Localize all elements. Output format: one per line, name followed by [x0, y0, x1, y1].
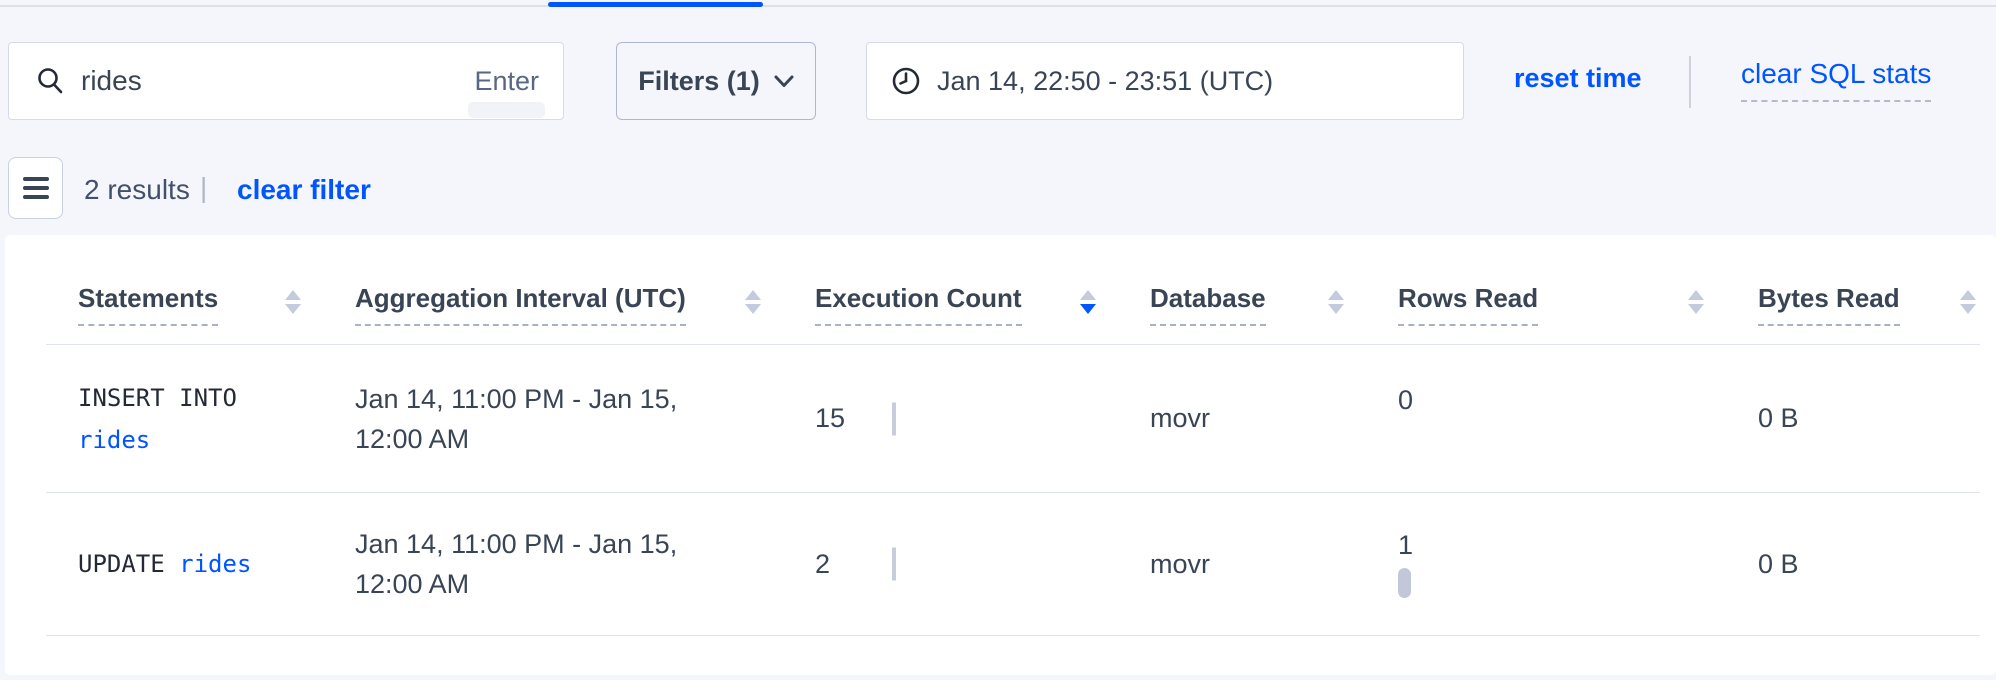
- execution-count-cell: 2: [815, 493, 1150, 635]
- bytes-read-cell: 0 B: [1758, 403, 1980, 434]
- table-row: UPDATE rides Jan 14, 11:00 PM - Jan 15, …: [46, 493, 1980, 636]
- column-header-aggregation-interval[interactable]: Aggregation Interval (UTC): [355, 283, 815, 326]
- sort-icon[interactable]: [1960, 290, 1976, 314]
- reset-time-link[interactable]: reset time: [1514, 63, 1642, 94]
- rows-read-cell: 0: [1398, 385, 1758, 453]
- column-header-rows-read[interactable]: Rows Read: [1398, 283, 1758, 326]
- statement-link[interactable]: rides: [179, 550, 251, 578]
- results-count: 2 results: [84, 174, 190, 206]
- filters-button-label: Filters (1): [638, 66, 760, 97]
- column-header-bytes-read[interactable]: Bytes Read: [1758, 283, 1980, 326]
- statements-table: Statements Aggregation Interval (UTC) Ex…: [46, 235, 1980, 636]
- statement-text: UPDATE: [78, 550, 165, 578]
- rows-read-bar: [1398, 568, 1411, 598]
- sort-icon[interactable]: [285, 290, 301, 314]
- toolbar-divider: [1689, 56, 1691, 108]
- clear-sql-stats-link[interactable]: clear SQL stats: [1741, 58, 1931, 102]
- search-input[interactable]: [81, 65, 474, 97]
- table-row: INSERT INTO rides Jan 14, 11:00 PM - Jan…: [46, 345, 1980, 493]
- column-header-execution-count[interactable]: Execution Count: [815, 283, 1150, 326]
- results-separator: |: [200, 172, 207, 204]
- sort-icon[interactable]: [1328, 290, 1344, 314]
- results-bar: 2 results | clear filter: [0, 150, 1996, 226]
- sort-icon[interactable]: [745, 290, 761, 314]
- table-header-row: Statements Aggregation Interval (UTC) Ex…: [46, 235, 1980, 345]
- column-selector-button[interactable]: [8, 157, 63, 219]
- statement-text: INSERT INTO: [78, 384, 237, 412]
- aggregation-interval-cell: Jan 14, 11:00 PM - Jan 15, 12:00 AM: [355, 524, 760, 604]
- search-icon: [35, 66, 65, 96]
- statement-cell: UPDATE rides: [46, 543, 355, 585]
- statements-table-card: Statements Aggregation Interval (UTC) Ex…: [5, 235, 1996, 675]
- filters-button[interactable]: Filters (1): [616, 42, 816, 120]
- bytes-read-cell: 0 B: [1758, 549, 1980, 580]
- search-box[interactable]: Enter: [8, 42, 564, 120]
- statement-cell: INSERT INTO rides: [46, 377, 355, 461]
- execution-count-bar: [892, 548, 896, 581]
- execution-count-bar: [892, 402, 896, 435]
- column-header-database[interactable]: Database: [1150, 283, 1398, 326]
- aggregation-interval-cell: Jan 14, 11:00 PM - Jan 15, 12:00 AM: [355, 379, 760, 459]
- database-cell: movr: [1150, 549, 1398, 580]
- enter-key-hint: Enter: [474, 66, 539, 97]
- execution-count-cell: 15: [815, 345, 1150, 492]
- time-range-label: Jan 14, 22:50 - 23:51 (UTC): [937, 66, 1273, 97]
- chevron-down-icon: [774, 75, 794, 88]
- time-range-picker[interactable]: Jan 14, 22:50 - 23:51 (UTC): [866, 42, 1464, 120]
- sort-icon[interactable]: [1688, 290, 1704, 314]
- statement-link[interactable]: rides: [78, 426, 150, 454]
- toolbar: Enter Filters (1) Jan 14, 22:50 - 23:51 …: [0, 0, 1996, 140]
- database-cell: movr: [1150, 403, 1398, 434]
- sort-icon[interactable]: [1080, 290, 1096, 314]
- clear-filter-link[interactable]: clear filter: [237, 174, 371, 206]
- rows-read-cell: 1: [1398, 530, 1758, 598]
- clock-icon: [891, 66, 921, 96]
- column-header-statements[interactable]: Statements: [46, 283, 355, 326]
